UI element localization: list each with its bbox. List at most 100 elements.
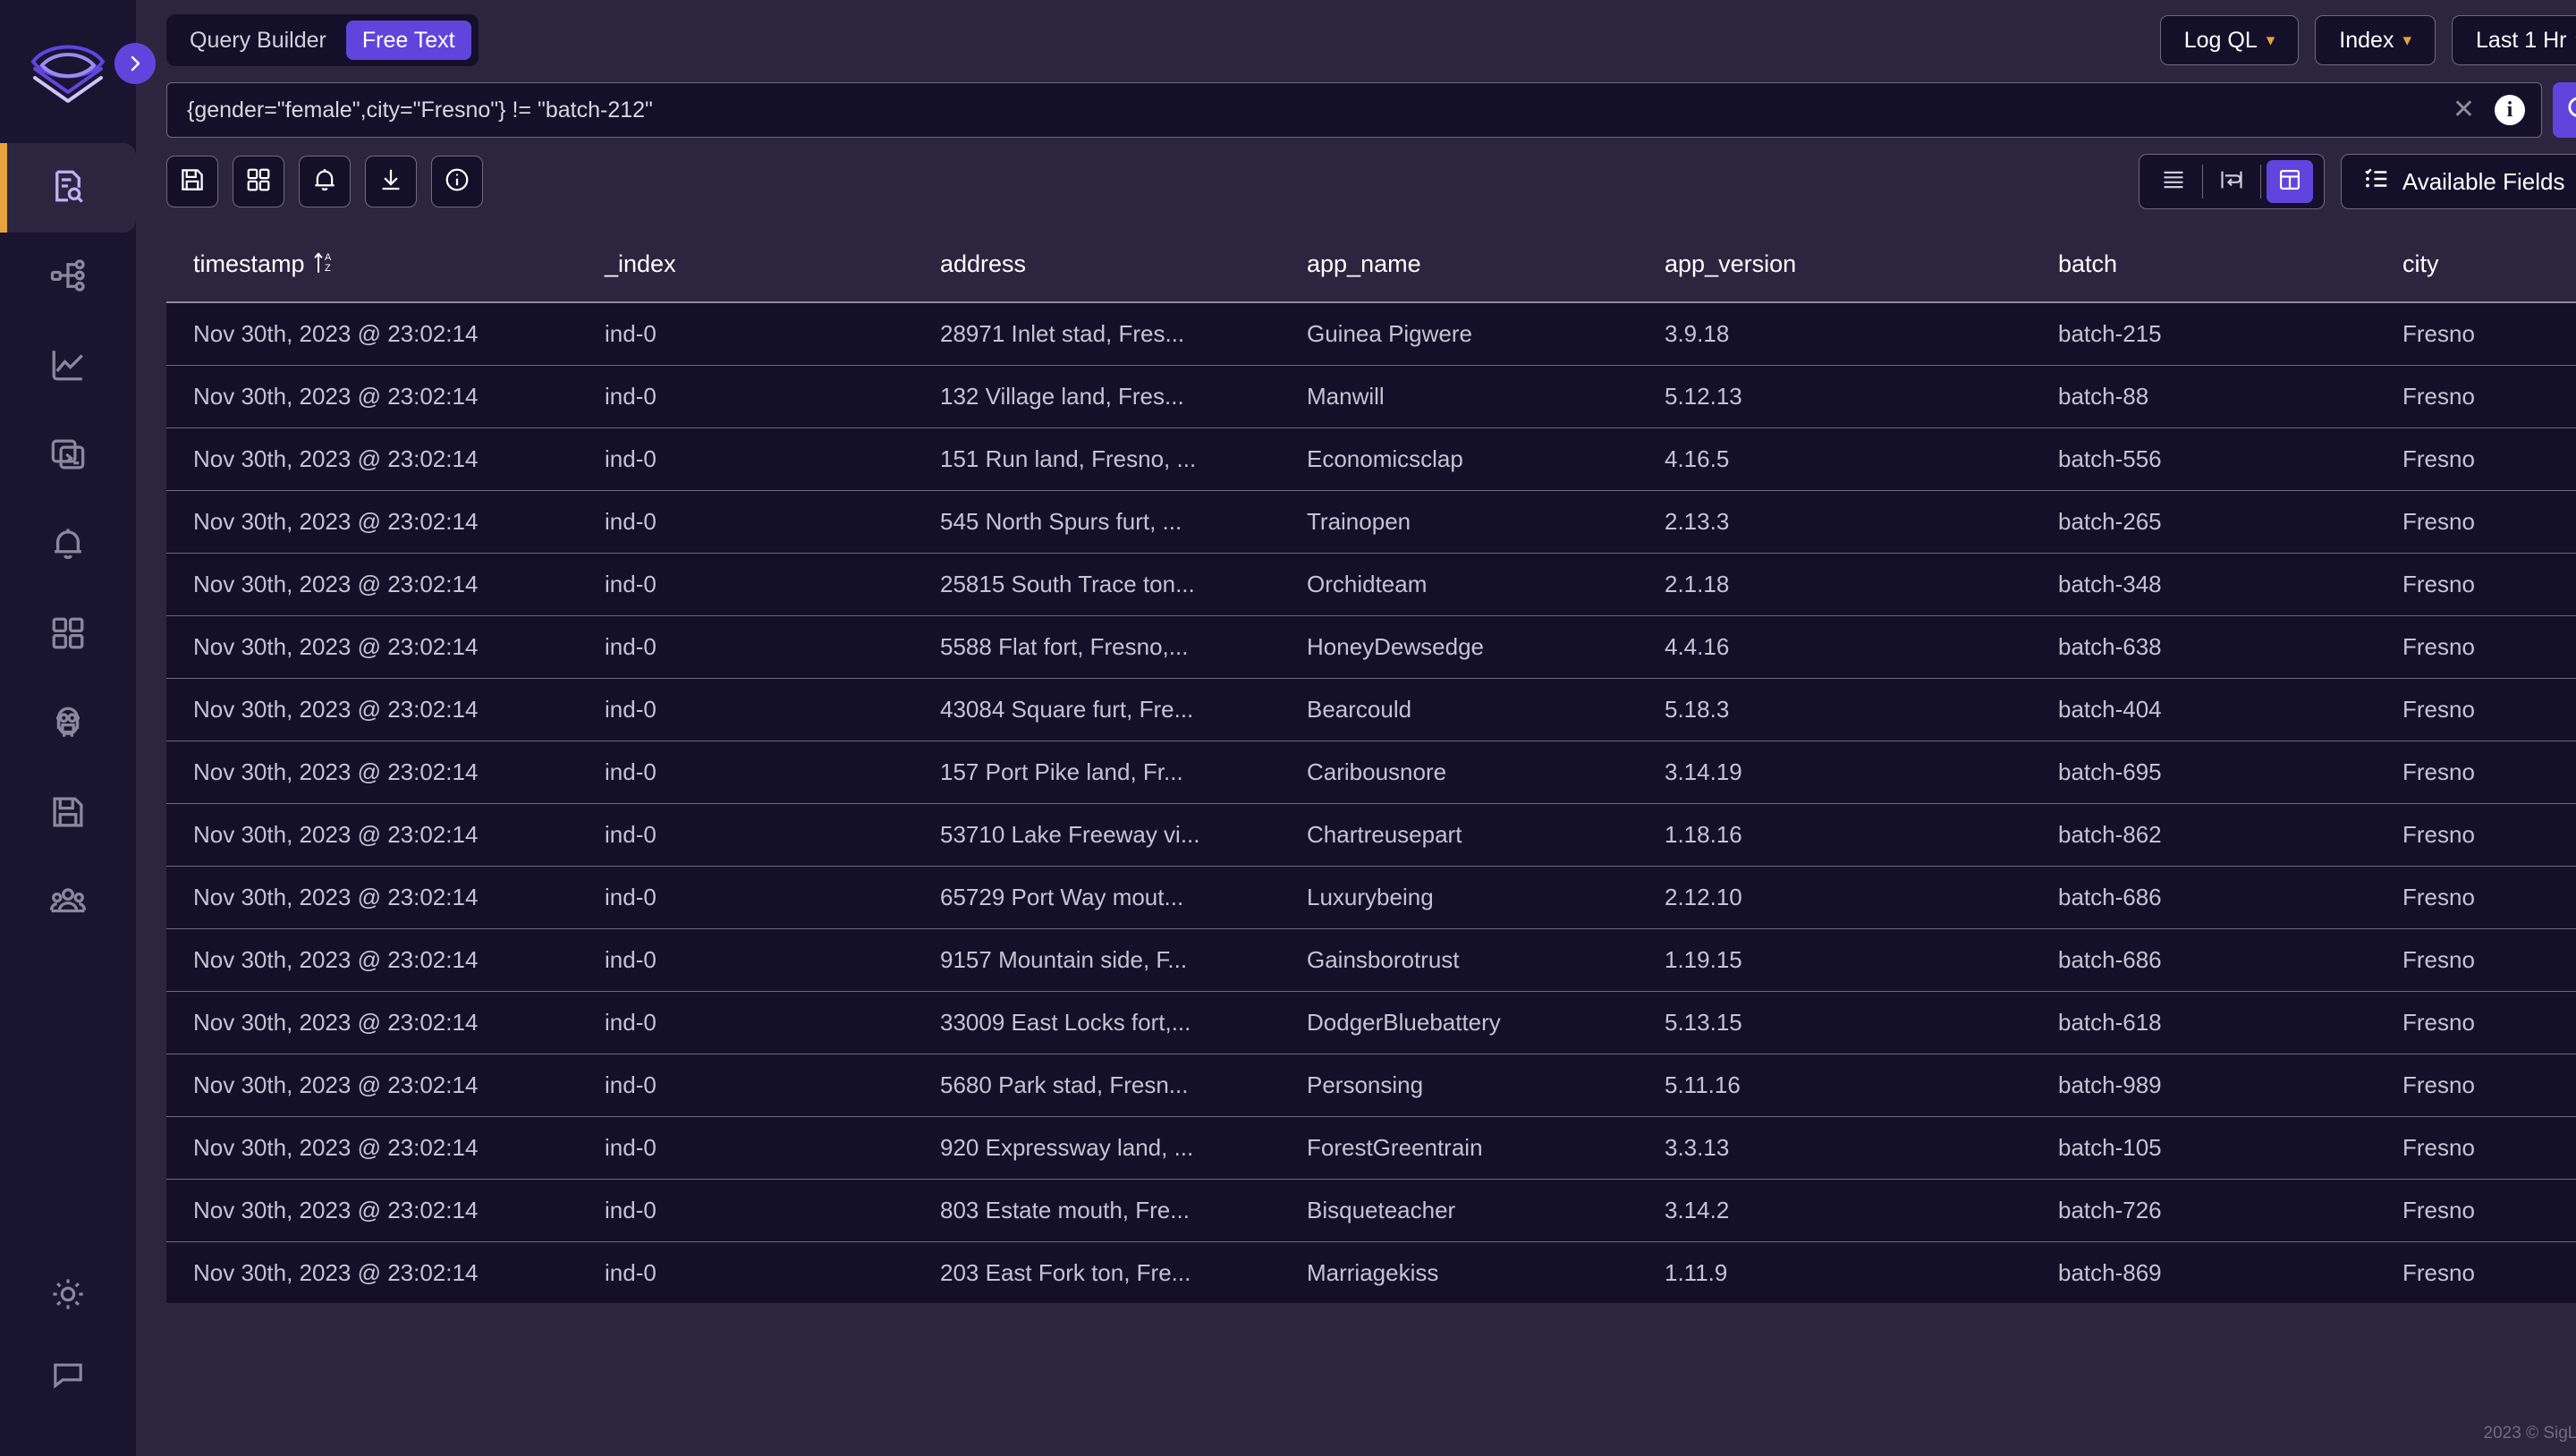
sidebar-item-dashboards[interactable]	[0, 590, 136, 680]
column-header-index[interactable]: _index	[578, 227, 913, 303]
cell-app-name: Guinea Pigwere	[1280, 302, 1638, 366]
column-header-city[interactable]: city	[2376, 227, 2576, 303]
cell-app-name: Manwill	[1280, 365, 1638, 428]
time-range-dropdown-label: Last 1 Hr	[2476, 27, 2567, 53]
search-box[interactable]: ✕ i	[166, 82, 2542, 138]
tab-query-builder[interactable]: Query Builder	[174, 21, 343, 60]
column-header-batch[interactable]: batch	[2031, 227, 2376, 303]
top-bar: Query Builder Free Text Log QL ▾ Index ▾…	[136, 0, 2576, 66]
cell-address: 25815 South Trace ton...	[913, 553, 1280, 616]
download-arrow-icon	[377, 166, 404, 198]
cell--index: ind-0	[578, 741, 913, 804]
cell-address: 53710 Lake Freeway vi...	[913, 803, 1280, 867]
table-row[interactable]: Nov 30th, 2023 @ 23:02:14 ind-0 545 North …	[166, 490, 2576, 554]
table-row[interactable]: Nov 30th, 2023 @ 23:02:14 ind-0 5588 Flat …	[166, 615, 2576, 679]
table-row[interactable]: Nov 30th, 2023 @ 23:02:14 ind-0 132 Villag…	[166, 365, 2576, 428]
sidebar-item-org-users[interactable]	[0, 859, 136, 948]
cell-city: Fresno	[2376, 678, 2576, 741]
cell-batch: batch-695	[2031, 741, 2376, 804]
table-row[interactable]: Nov 30th, 2023 @ 23:02:14 ind-0 9157 Mount…	[166, 928, 2576, 992]
hierarchy-tree-icon	[49, 257, 87, 299]
table-row[interactable]: Nov 30th, 2023 @ 23:02:14 ind-0 33009 East…	[166, 991, 2576, 1054]
cell-batch: batch-989	[2031, 1054, 2376, 1117]
cell--index: ind-0	[578, 1241, 913, 1303]
table-row[interactable]: Nov 30th, 2023 @ 23:02:14 ind-0 53710 Lake…	[166, 803, 2576, 867]
tab-free-text[interactable]: Free Text	[345, 21, 471, 60]
sidebar-item-tracing[interactable]	[0, 233, 136, 322]
cell-city: Fresno	[2376, 553, 2576, 616]
search-row: ✕ i	[166, 82, 2576, 138]
cell--index: ind-0	[578, 803, 913, 867]
app-logo[interactable]	[0, 0, 156, 143]
terminal-window-icon	[49, 436, 87, 478]
table-row[interactable]: Nov 30th, 2023 @ 23:02:14 ind-0 151 Run la…	[166, 427, 2576, 491]
cell-timestamp: Nov 30th, 2023 @ 23:02:14	[166, 678, 578, 741]
available-fields-dropdown[interactable]: Available Fields ▾	[2340, 154, 2576, 209]
create-alert-button[interactable]	[299, 156, 351, 207]
sidebar-item-alerting[interactable]	[0, 501, 136, 590]
cell-app-version: 5.18.3	[1638, 678, 2031, 741]
cell-city: Fresno	[2376, 741, 2576, 804]
download-logs-button[interactable]	[365, 156, 417, 207]
column-header-address[interactable]: address	[913, 227, 1280, 303]
table-row[interactable]: Nov 30th, 2023 @ 23:02:14 ind-0 5680 Park …	[166, 1054, 2576, 1117]
column-header-app-name[interactable]: app_name	[1280, 227, 1638, 303]
cell-address: 5588 Flat fort, Fresno,...	[913, 615, 1280, 679]
sidebar-item-minion[interactable]	[0, 680, 136, 769]
wrap-view-button[interactable]	[2208, 160, 2255, 203]
cell-app-version: 3.14.19	[1638, 741, 2031, 804]
table-row[interactable]: Nov 30th, 2023 @ 23:02:14 ind-0 803 Estate…	[166, 1179, 2576, 1242]
cell-app-name: Chartreusepart	[1280, 803, 1638, 867]
save-query-button[interactable]	[166, 156, 218, 207]
sidebar-item-metrics[interactable]	[0, 322, 136, 411]
table-row[interactable]: Nov 30th, 2023 @ 23:02:14 ind-0 65729 Port…	[166, 866, 2576, 929]
app-root: Query Builder Free Text Log QL ▾ Index ▾…	[0, 0, 2576, 1456]
table-row[interactable]: Nov 30th, 2023 @ 23:02:14 ind-0 43084 Squa…	[166, 678, 2576, 741]
chevron-right-icon	[126, 55, 144, 72]
text-wrap-icon	[2219, 167, 2244, 197]
sidebar-item-search-logs[interactable]	[0, 143, 136, 233]
sidebar-collapse-button[interactable]	[114, 43, 156, 84]
results-table-container[interactable]: timestamp A Z _index address app_name ap…	[166, 227, 2576, 1303]
query-info-button[interactable]	[431, 156, 483, 207]
left-sidebar	[0, 0, 156, 1456]
cell-address: 151 Run land, Fresno, ...	[913, 427, 1280, 491]
table-row[interactable]: Nov 30th, 2023 @ 23:02:14 ind-0 28971 Inle…	[166, 302, 2576, 366]
column-label-timestamp: timestamp	[193, 250, 305, 277]
cell-city: Fresno	[2376, 1241, 2576, 1303]
table-view-button[interactable]	[2266, 160, 2313, 203]
sidebar-item-theme-toggle[interactable]	[0, 1256, 136, 1336]
time-range-dropdown[interactable]: Last 1 Hr ▾	[2452, 15, 2576, 65]
cell-address: 9157 Mountain side, F...	[913, 928, 1280, 992]
cell-app-name: Luxurybeing	[1280, 866, 1638, 929]
index-dropdown[interactable]: Index ▾	[2315, 15, 2436, 65]
cell-app-name: Orchidteam	[1280, 553, 1638, 616]
cell-timestamp: Nov 30th, 2023 @ 23:02:14	[166, 490, 578, 554]
close-x-icon[interactable]: ✕	[2449, 97, 2479, 123]
checklist-icon	[2363, 165, 2390, 199]
table-row[interactable]: Nov 30th, 2023 @ 23:02:14 ind-0 25815 Sout…	[166, 553, 2576, 616]
sidebar-item-live-tail[interactable]	[0, 411, 136, 501]
sort-az-ascending-icon[interactable]: A Z	[313, 250, 335, 280]
cell-address: 803 Estate mouth, Fre...	[913, 1179, 1280, 1242]
list-view-button[interactable]	[2150, 160, 2197, 203]
info-icon[interactable]: i	[2495, 95, 2525, 125]
column-header-timestamp[interactable]: timestamp A Z	[166, 227, 578, 303]
run-search-button[interactable]	[2553, 82, 2576, 138]
cell--index: ind-0	[578, 615, 913, 679]
table-row[interactable]: Nov 30th, 2023 @ 23:02:14 ind-0 157 Port P…	[166, 741, 2576, 804]
column-header-app-version[interactable]: app_version	[1638, 227, 2031, 303]
search-input[interactable]	[187, 97, 2433, 123]
sidebar-bottom-nav	[0, 1256, 136, 1456]
sidebar-item-saved-queries[interactable]	[0, 769, 136, 859]
cell--index: ind-0	[578, 678, 913, 741]
table-body: Nov 30th, 2023 @ 23:02:14 ind-0 28971 Inle…	[166, 302, 2576, 1303]
footer-copyright: 2023 © SigLens	[2483, 1424, 2576, 1443]
cell--index: ind-0	[578, 866, 913, 929]
logql-dropdown[interactable]: Log QL ▾	[2159, 15, 2300, 65]
view-mode-switcher	[2138, 154, 2325, 209]
table-row[interactable]: Nov 30th, 2023 @ 23:02:14 ind-0 920 Expres…	[166, 1116, 2576, 1180]
sidebar-item-feedback[interactable]	[0, 1336, 136, 1417]
add-to-dashboard-button[interactable]	[233, 156, 284, 207]
table-row[interactable]: Nov 30th, 2023 @ 23:02:14 ind-0 203 East F…	[166, 1241, 2576, 1303]
